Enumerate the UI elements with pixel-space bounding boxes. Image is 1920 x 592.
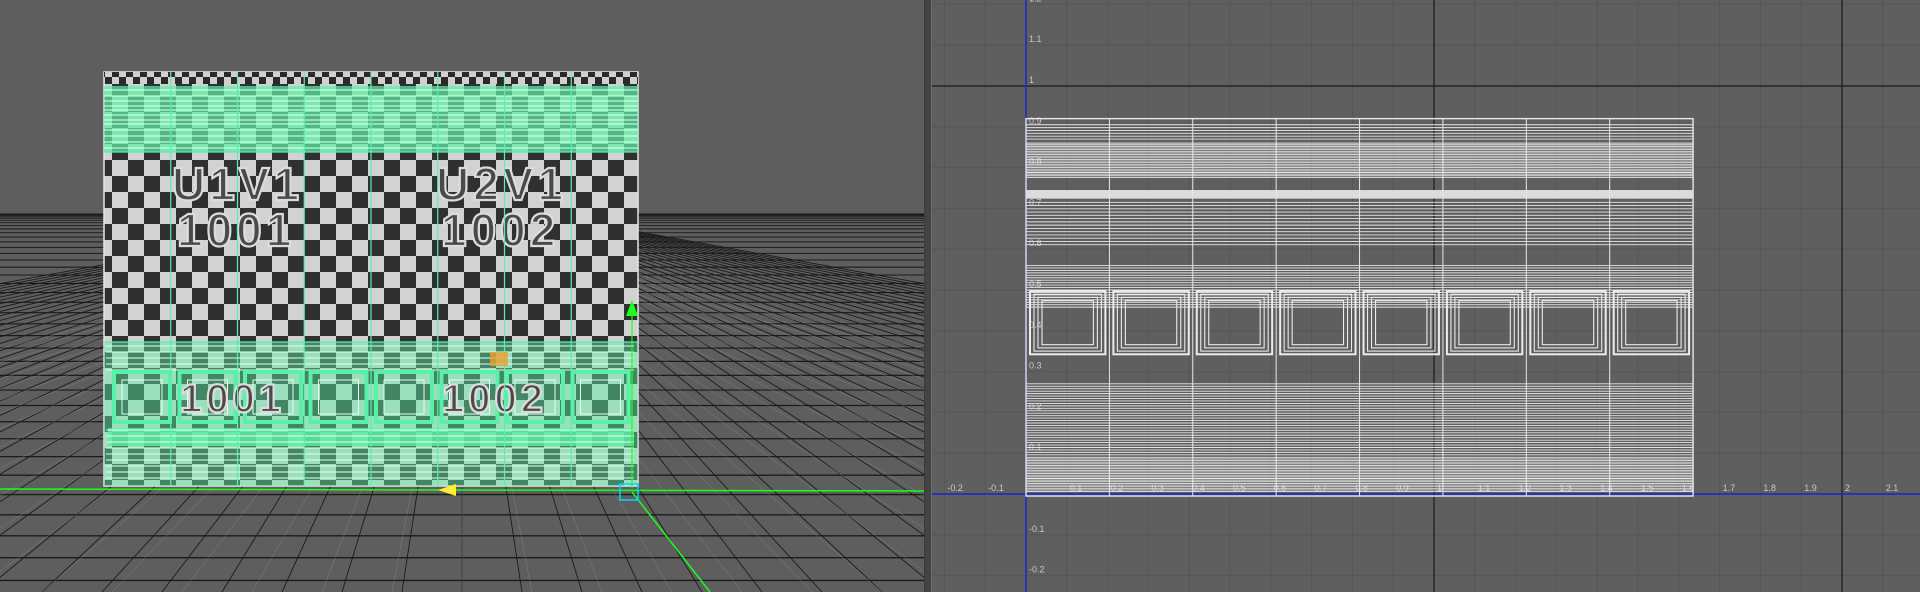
uv-window-square xyxy=(1116,293,1186,352)
uv-window-square xyxy=(1200,293,1269,352)
wall-mesh[interactable]: U1V1 1001 U2V1 1002 1001 1002 xyxy=(103,71,639,487)
uv-grid xyxy=(932,0,1920,592)
u-tick-label: 2.1 xyxy=(1886,483,1899,493)
u-tick-label: 2 xyxy=(1845,483,1850,493)
v-tick-label: 1.1 xyxy=(1029,34,1042,44)
v-tick-label: 0.3 xyxy=(1029,361,1042,371)
uv-canvas[interactable]: -0.2-0.10.10.20.30.40.50.60.70.80.911.11… xyxy=(932,0,1920,592)
z-axis-line xyxy=(631,491,711,592)
uv-window-square xyxy=(1450,293,1519,352)
u-tick-label: -0.2 xyxy=(947,483,963,493)
uv-editor-viewport[interactable]: -0.2-0.10.10.20.30.40.50.60.70.80.911.11… xyxy=(932,0,1920,592)
uv-window-square xyxy=(1033,293,1102,352)
u-tick-label: 1.9 xyxy=(1804,483,1817,493)
v-tick-label: -0.1 xyxy=(1029,524,1045,534)
v-tick-label: 0.2 xyxy=(1029,401,1042,411)
perspective-viewport[interactable]: U1V1 1001 U2V1 1002 1001 1002 xyxy=(0,0,924,592)
uv-window-square xyxy=(1283,293,1353,352)
v-tick-label: 0.6 xyxy=(1029,238,1042,248)
uv-window-square xyxy=(1366,293,1436,352)
u-tick-label: 1.7 xyxy=(1723,483,1736,493)
u-tick-label: 1.8 xyxy=(1763,483,1776,493)
selected-face-marker[interactable] xyxy=(490,352,508,366)
x-axis-line xyxy=(0,488,924,492)
maya-workspace: U1V1 1001 U2V1 1002 1001 1002 -0.2 -0.1 … xyxy=(0,0,1920,592)
u-tick-label: -0.1 xyxy=(988,483,1004,493)
v-tick-label: 1 xyxy=(1029,75,1034,85)
v-tick-label: 1.2 xyxy=(1029,0,1042,3)
viewport-canvas[interactable]: U1V1 1001 U2V1 1002 1001 1002 xyxy=(0,0,924,592)
uv-shells[interactable] xyxy=(1025,117,1694,497)
tile-label-u2v1-udim: 1002 xyxy=(441,204,559,256)
v-tick-label: 0.9 xyxy=(1029,116,1042,126)
lower-label-1001: 1001 xyxy=(180,377,285,421)
uv-window-square xyxy=(1533,293,1603,352)
uv-window-square xyxy=(1617,293,1686,352)
lower-label-1002: 1002 xyxy=(442,377,547,421)
panel-splitter[interactable] xyxy=(924,0,932,592)
tile-label-u2v1: U2V1 xyxy=(436,158,567,210)
tile-label-u1v1-udim: 1001 xyxy=(177,204,295,256)
v-tick-label: -0.2 xyxy=(1029,565,1045,575)
